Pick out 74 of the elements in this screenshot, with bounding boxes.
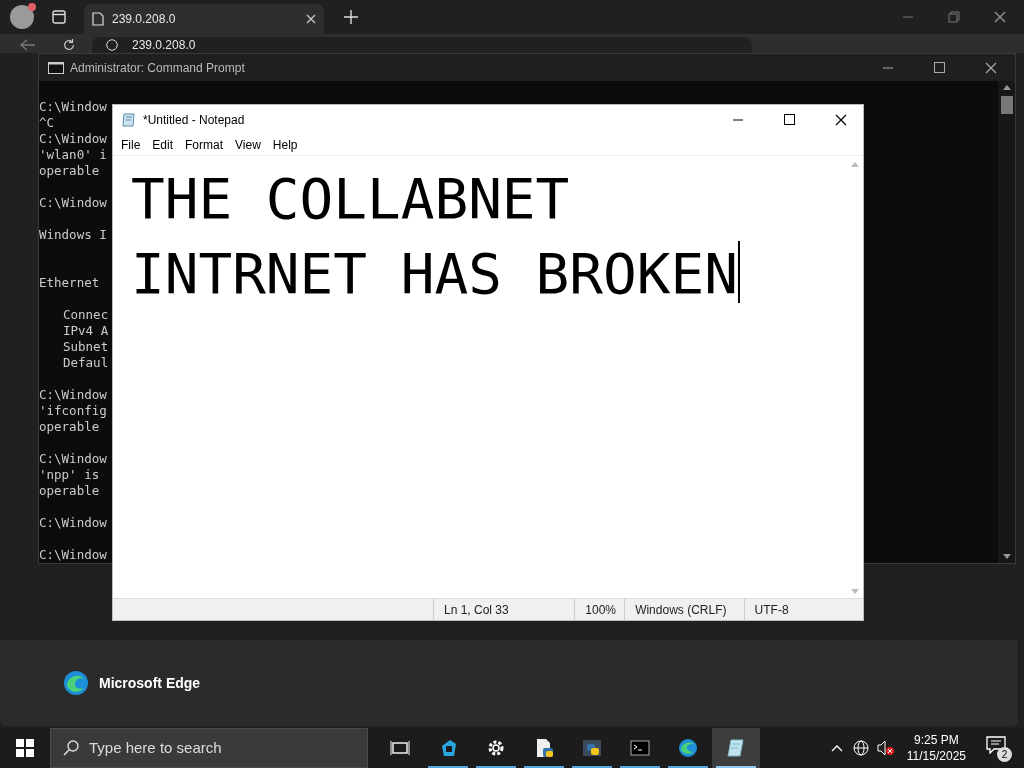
new-tab-icon[interactable] <box>344 10 358 24</box>
console-line: C:\Window <box>39 387 107 402</box>
status-text: 100% <box>574 598 625 621</box>
info-icon <box>106 39 118 51</box>
app-label: Microsoft Edge <box>99 673 201 693</box>
browser-tab[interactable]: 239.0.208.0 <box>84 4 324 34</box>
menu-item[interactable]: Edit <box>146 135 180 154</box>
close-icon[interactable] <box>835 113 847 126</box>
console-line: 'npp' is <box>39 467 100 482</box>
console-line: operable <box>39 163 100 178</box>
console-icon <box>48 61 64 74</box>
swirl-logo-icon <box>678 738 698 758</box>
address-bar[interactable]: 239.0.208.0 <box>92 37 752 53</box>
refresh-icon[interactable] <box>62 38 76 52</box>
swirl-logo-icon[interactable] <box>63 670 89 696</box>
console-line: C:\Window <box>39 195 107 210</box>
clock-date[interactable]: 11/15/2025 <box>906 748 966 764</box>
close-icon[interactable] <box>994 11 1006 23</box>
notepad-icon <box>726 738 746 758</box>
python-icon <box>582 738 602 758</box>
console-line: Subnet <box>63 339 109 354</box>
tab-actions-icon[interactable] <box>52 10 66 24</box>
console-line: 'wlan0' i <box>39 147 107 162</box>
maximize-icon[interactable] <box>934 62 945 73</box>
console-line: C:\Window <box>39 547 107 562</box>
console-line: C:\Window <box>39 515 107 530</box>
clock-time[interactable]: 9:25 PM <box>914 732 959 748</box>
status-text: Windows (CRLF) <box>624 598 744 621</box>
text-area[interactable]: THE COLLABNET INTRNET HAS BROKEN <box>113 156 847 598</box>
notepad-icon <box>121 111 137 128</box>
console-line: C:\Window <box>39 131 107 146</box>
globe-icon[interactable] <box>852 740 869 756</box>
settings-icon <box>486 738 506 758</box>
console-line: C:\Window <box>39 99 107 114</box>
console-line: operable <box>39 483 100 498</box>
console-line: IPv4 A <box>63 323 109 338</box>
console-line: 'ifconfig <box>39 403 107 418</box>
console-line: Windows I <box>39 227 107 242</box>
console-line: ^C <box>39 115 55 130</box>
search-placeholder: Type here to search <box>89 737 222 758</box>
scrollbar[interactable] <box>998 81 1015 563</box>
speaker-muted-icon[interactable] <box>876 740 895 756</box>
menu-item[interactable]: View <box>229 135 267 154</box>
python-file-icon <box>534 738 554 758</box>
address-text: 239.0.208.0 <box>132 38 196 52</box>
task-view-icon <box>390 738 410 758</box>
status-text: Ln 1, Col 33 <box>433 598 575 621</box>
menu-item[interactable]: Format <box>179 135 230 154</box>
terminal-icon <box>630 738 650 758</box>
windows-start-icon[interactable] <box>16 739 34 757</box>
search-icon <box>63 740 79 756</box>
profile-avatar-icon[interactable] <box>10 5 34 29</box>
console-line: Ethernet <box>39 275 100 290</box>
status-text: UTF-8 <box>743 598 863 621</box>
chevron-up-icon[interactable] <box>830 744 843 752</box>
document-text: THE COLLABNET INTRNET HAS BROKEN <box>131 166 738 306</box>
notification-count: 2 <box>997 747 1012 762</box>
close-icon[interactable] <box>985 61 997 74</box>
taskbar-app[interactable] <box>712 728 760 768</box>
back-icon[interactable] <box>20 39 36 51</box>
menu-item[interactable]: Help <box>266 135 304 154</box>
window-title: *Untitled - Notepad <box>143 111 245 129</box>
search-field[interactable]: Type here to search <box>50 728 368 768</box>
tab-title: 239.0.208.0 <box>112 11 177 28</box>
text-cursor <box>737 241 740 303</box>
console-line: Connec <box>63 307 109 322</box>
console-line: operable <box>39 419 100 434</box>
console-line: C:\Window <box>39 451 107 466</box>
console-line: Defaul <box>63 355 109 370</box>
maximize-icon[interactable] <box>784 114 795 125</box>
window-title: Administrator: Command Prompt <box>70 59 245 77</box>
page-icon <box>92 12 104 26</box>
menu-item[interactable]: File <box>115 135 147 154</box>
restore-icon[interactable] <box>948 11 960 23</box>
